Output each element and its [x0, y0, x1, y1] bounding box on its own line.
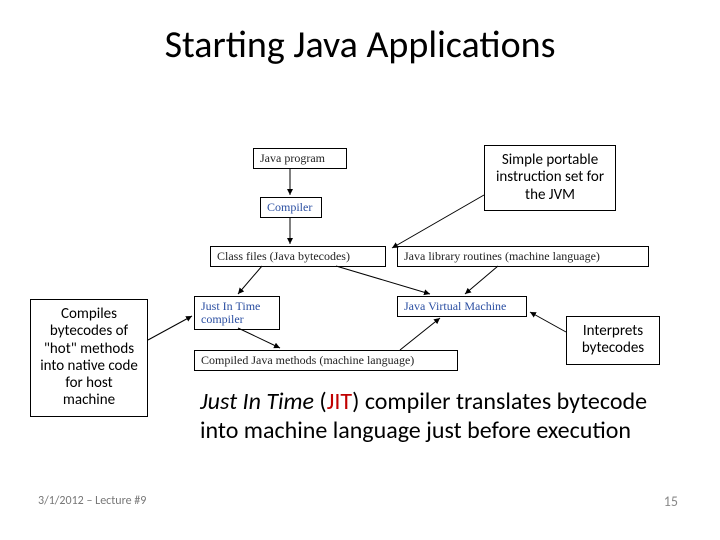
callout-compiles-hot: Compiles bytecodes of "hot" methods into… — [30, 299, 148, 417]
box-compiler: Compiler — [260, 197, 322, 218]
slide-title: Starting Java Applications — [0, 22, 720, 68]
box-java-library: Java library routines (machine language) — [397, 246, 649, 267]
diagram-arrows — [0, 0, 720, 540]
footer-left: 3/1/2012 – Lecture #9 — [38, 494, 146, 508]
box-jit-compiler: Just In Time compiler — [194, 296, 280, 330]
box-java-program: Java program — [253, 148, 347, 169]
callout-interprets: Interprets bytecodes — [566, 316, 660, 365]
body-text: Just In Time (JIT) compiler translates b… — [200, 388, 665, 446]
body-paren-close: ) — [352, 387, 365, 416]
body-paren-open: ( — [314, 387, 327, 416]
box-compiled-methods: Compiled Java methods (machine language) — [194, 350, 458, 371]
body-jit-red: JIT — [327, 387, 352, 416]
footer-right: 15 — [664, 493, 678, 510]
box-jvm: Java Virtual Machine — [397, 296, 527, 317]
body-jit-italic: Just In Time — [200, 387, 314, 416]
callout-simple-portable: Simple portable instruction set for the … — [484, 145, 616, 211]
box-class-files: Class files (Java bytecodes) — [210, 246, 386, 267]
